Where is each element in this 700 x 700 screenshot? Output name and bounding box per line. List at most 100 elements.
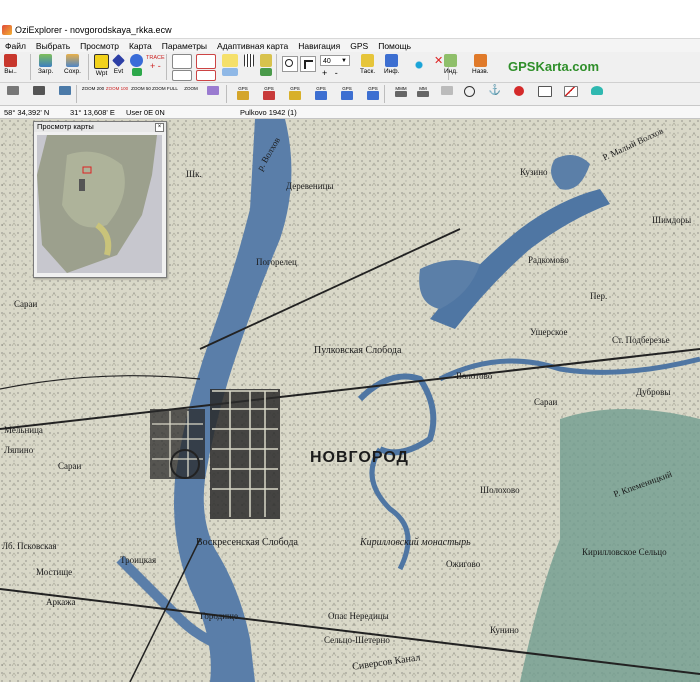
image-adjust-icon — [207, 86, 219, 95]
oziexplorer-app-icon — [2, 25, 12, 35]
tools-icon — [260, 54, 272, 67]
map-label: Ляпино — [4, 445, 34, 455]
menu-gps[interactable]: GPS — [345, 41, 373, 51]
map-label: Пер. — [590, 291, 608, 301]
load-button[interactable]: Загр. — [38, 54, 53, 75]
center-button[interactable]: ✕ — [434, 56, 443, 67]
map-mode-button[interactable] — [58, 86, 72, 100]
map-label: Кунино — [490, 625, 519, 635]
info-button[interactable]: Инф. — [384, 54, 399, 75]
waypoint-icon — [94, 54, 109, 69]
menu-parameters[interactable]: Параметры — [157, 41, 212, 51]
title-bar: OziExplorer - novgorodskaya_rkka.ecw — [0, 22, 700, 39]
zoom-100-button[interactable]: ZOOM 100 — [106, 86, 128, 100]
move-arrows-button[interactable] — [408, 54, 430, 76]
screen-button[interactable] — [32, 86, 46, 100]
info-icon — [385, 54, 399, 67]
zoom-50-label: ZOOM 50 — [131, 86, 151, 91]
index-button[interactable]: Инд. — [444, 54, 458, 75]
save-button[interactable]: Сохр. — [64, 54, 81, 75]
zoom-plus-minus[interactable]: + - — [322, 68, 338, 78]
gps-6-button[interactable]: GPS — [366, 86, 380, 100]
map-label: Шк. — [186, 169, 202, 179]
stop-icon — [514, 86, 524, 96]
image-adjust-button[interactable] — [206, 86, 220, 100]
properties-button[interactable] — [538, 86, 552, 100]
waypoint-button[interactable]: Wpt — [94, 54, 109, 77]
map-label: Аркажа — [46, 597, 76, 607]
user-grid-readout: User 0E 0N — [126, 107, 165, 117]
map-view[interactable]: НОВГОРОД Пулковская Слобода Воскресенска… — [0, 119, 700, 682]
chevron-down-icon: ▼ — [341, 58, 347, 64]
name-button[interactable]: Назв. — [472, 54, 488, 75]
exit-button[interactable]: Вы.. — [4, 54, 17, 75]
overview-title: Просмотр карты — [34, 122, 166, 132]
menu-help[interactable]: Помощь — [373, 41, 416, 51]
print-button[interactable] — [6, 86, 20, 100]
monitor-icon — [33, 86, 45, 95]
tools-button[interactable] — [260, 54, 272, 76]
gps-1-button[interactable]: GPS — [236, 86, 250, 100]
gps-4-button[interactable]: GPS — [314, 86, 328, 100]
map-label: Городище — [200, 611, 238, 621]
target-icon — [463, 86, 475, 97]
zoom-full-button[interactable]: ZOOM FULL — [152, 86, 178, 100]
menu-file[interactable]: Файл — [0, 41, 31, 51]
event-icon — [112, 54, 125, 67]
task-button[interactable]: Таск. — [360, 54, 375, 75]
show-tracks-icon-2 — [196, 70, 216, 81]
grid-icon — [244, 54, 254, 67]
show-route-button[interactable] — [222, 54, 238, 76]
event-button[interactable]: Evt — [112, 54, 125, 75]
latitude-readout: 58° 34,392' N — [4, 107, 50, 117]
show-icon-2 — [172, 70, 192, 81]
zoom-200-button[interactable]: ZOOM 200 — [82, 86, 104, 100]
menu-map[interactable]: Карта — [124, 41, 157, 51]
properties-icon — [538, 86, 552, 97]
mm-button[interactable]: MM — [414, 86, 432, 100]
lock-icon — [361, 54, 375, 67]
map-label: Троицкая — [120, 555, 157, 565]
gps-1-icon — [237, 91, 249, 100]
pointer-button[interactable] — [300, 56, 316, 72]
longitude-readout: 31° 13,608' E — [70, 107, 115, 117]
overview-thumbnail[interactable] — [37, 135, 162, 273]
mmm-icon — [395, 91, 407, 97]
zoom-button[interactable]: ZOOM — [182, 86, 200, 100]
route-show-icon-2 — [222, 68, 238, 76]
moving-map-button[interactable] — [440, 86, 454, 100]
grid-button[interactable] — [244, 54, 254, 67]
route-button[interactable] — [130, 54, 143, 76]
target-button[interactable] — [462, 86, 476, 100]
show-tracks-button[interactable] — [196, 54, 216, 81]
zoom-50-button[interactable]: ZOOM 50 — [131, 86, 151, 100]
anchor-button[interactable]: ⚓ — [488, 86, 502, 100]
mmm-button[interactable]: MMM — [392, 86, 410, 100]
index-label: Инд. — [444, 68, 458, 75]
magnifier-button[interactable] — [282, 56, 298, 72]
map-label: Волотово — [456, 371, 493, 381]
close-x-icon: ✕ — [434, 55, 444, 67]
stop-button[interactable] — [512, 86, 526, 100]
map-label: Шолохово — [480, 485, 520, 495]
trace-button[interactable]: TRACE + - — [146, 54, 165, 71]
anchor-icon: ⚓ — [488, 85, 502, 96]
gps-5-button[interactable]: GPS — [340, 86, 354, 100]
menu-navigation[interactable]: Навигация — [293, 41, 345, 51]
signal-button[interactable] — [590, 86, 604, 100]
gps-2-button[interactable]: GPS — [262, 86, 276, 100]
route-show-icon — [222, 54, 238, 67]
show-waypoints-button[interactable] — [172, 54, 192, 81]
save-icon — [65, 54, 79, 67]
gps-3-button[interactable]: GPS — [288, 86, 302, 100]
map-label: Сараи — [58, 461, 82, 471]
menu-adaptive-map[interactable]: Адаптивная карта — [212, 41, 293, 51]
map-overview-panel[interactable]: Просмотр карты × — [33, 121, 167, 278]
menu-view[interactable]: Просмотр — [75, 41, 124, 51]
chart-button[interactable] — [564, 86, 578, 100]
zoom-select[interactable]: 40 ▼ — [320, 55, 350, 66]
close-icon[interactable]: × — [155, 123, 164, 132]
gps-2-icon — [263, 91, 275, 100]
menu-select[interactable]: Выбрать — [31, 41, 75, 51]
exit-label: Вы.. — [4, 68, 17, 75]
